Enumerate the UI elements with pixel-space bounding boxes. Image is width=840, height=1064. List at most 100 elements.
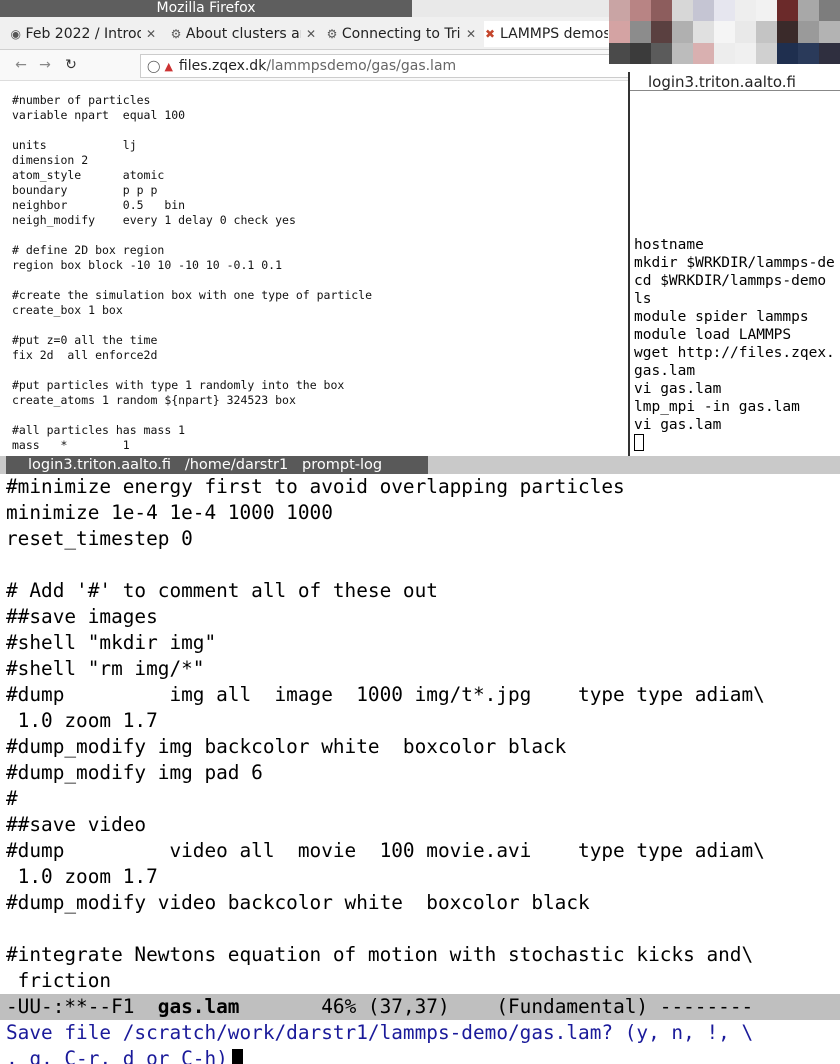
window-title: Mozilla Firefox: [0, 0, 412, 17]
insecure-lock-icon[interactable]: ▲: [164, 60, 172, 73]
thumbnail-pixel: [630, 0, 651, 22]
tab-label: LAMMPS demos: [500, 26, 608, 42]
minibuffer-prompt-line1: Save file /scratch/work/darstr1/lammps-d…: [6, 1021, 754, 1044]
thumbnail-pixel: [651, 0, 672, 22]
terminal-line: ls: [634, 291, 652, 307]
url-path: /lammpsdemo/gas/gas.lam: [266, 58, 457, 74]
buffer-line: 1.0 zoom 1.7: [6, 865, 158, 888]
shield-icon[interactable]: ◯: [147, 59, 160, 73]
buffer-line: friction: [6, 969, 112, 992]
thumbnail-pixel: [798, 42, 819, 64]
minibuffer-prompt-line2: , q, C-r, d or C-h): [6, 1047, 228, 1064]
modeline-prefix: -UU-:**--F1: [6, 995, 158, 1018]
terminal-line: module load LAMMPS: [634, 327, 792, 343]
terminal-history: hostname mkdir $WRKDIR/lammps-de cd $WRK…: [634, 236, 835, 454]
thumbnail-pixel: [672, 21, 693, 43]
buffer-line: #shell "rm img/*": [6, 657, 205, 680]
editor-buffer[interactable]: #minimize energy first to avoid overlapp…: [6, 474, 765, 994]
buffer-line: #dump_modify img pad 6: [6, 761, 263, 784]
code-line: neighbor 0.5 bin: [12, 198, 186, 212]
url-bar[interactable]: ◯ ▲ files.zqex.dk/lammpsdemo/gas/gas.lam: [140, 54, 630, 78]
thumbnail-pixel: [798, 0, 819, 22]
tab-connecting[interactable]: ⚙ Connecting to Tri ✕: [326, 21, 476, 47]
code-line: #put particles with type 1 randomly into…: [12, 378, 345, 392]
terminal-window-small[interactable]: login3.triton.aalto.fi hostname mkdir $W…: [628, 72, 840, 456]
emacs-minibuffer[interactable]: Save file /scratch/work/darstr1/lammps-d…: [6, 1020, 840, 1064]
tab-label: Connecting to Tri: [341, 26, 461, 42]
person-icon: ⚙: [170, 27, 182, 41]
buffer-line: reset_timestep 0: [6, 527, 193, 550]
thumbnail-pixel: [735, 42, 756, 64]
tab-lammps-demos[interactable]: ✖ LAMMPS demos: [484, 21, 610, 47]
code-line: # define 2D box region: [12, 243, 165, 257]
code-line: #all particles has mass 1: [12, 423, 186, 437]
close-icon[interactable]: ✕: [146, 27, 156, 41]
close-icon[interactable]: ✕: [306, 27, 316, 41]
code-line: create_atoms 1 random ${npart} 324523 bo…: [12, 393, 296, 407]
code-line: atom_style atomic: [12, 168, 165, 182]
thumbnail-pixel: [819, 42, 840, 64]
code-line: region box block -10 10 -10 10 -0.1 0.1: [12, 258, 283, 272]
terminal-line: mkdir $WRKDIR/lammps-de: [634, 255, 835, 271]
tab-intro[interactable]: ◉ Feb 2022 / Introd ✕: [10, 21, 156, 47]
buffer-line: #dump video all movie 100 movie.avi type…: [6, 839, 765, 862]
modeline-buffer-name: gas.lam: [157, 995, 240, 1018]
buffer-line: minimize 1e-4 1e-4 1000 1000: [6, 501, 333, 524]
reload-icon[interactable]: ↻: [62, 56, 80, 74]
thumbnail-pixel: [609, 42, 630, 64]
thumbnail-pixel: [651, 21, 672, 43]
thumbnail-pixel: [714, 21, 735, 43]
code-line: #put z=0 all the time: [12, 333, 158, 347]
person-icon: ⚙: [326, 27, 338, 41]
code-line: variable npart equal 100: [12, 108, 186, 122]
thumbnail-pixel: [777, 0, 798, 22]
buffer-line: #integrate Newtons equation of motion wi…: [6, 943, 754, 966]
code-line: mass * 1: [12, 438, 130, 452]
code-line: fix 2d all enforce2d: [12, 348, 158, 362]
forward-arrow-icon[interactable]: →: [36, 56, 54, 74]
thumbnail-pixel: [735, 0, 756, 22]
thumbnail-pixel: [819, 0, 840, 22]
tools-icon: ✖: [484, 27, 496, 41]
thumbnail-pixel: [714, 0, 735, 22]
code-line: #number of particles: [12, 93, 151, 107]
terminal-line: vi gas.lam: [634, 417, 722, 433]
terminal-line: module spider lammps: [634, 309, 809, 325]
buffer-line: # Add '#' to comment all of these out: [6, 579, 438, 602]
thumbnail-pixel: [693, 21, 714, 43]
thumbnail-pixel: [756, 42, 777, 64]
thumbnail-pixel: [735, 21, 756, 43]
back-arrow-icon[interactable]: ←: [12, 56, 30, 74]
terminal-line: cd $WRKDIR/lammps-demo: [634, 273, 827, 289]
buffer-line: 1.0 zoom 1.7: [6, 709, 158, 732]
lammps-script-text: #number of particles variable npart equa…: [12, 93, 372, 453]
code-line: neigh_modify every 1 delay 0 check yes: [12, 213, 296, 227]
terminal-title: login3.triton.aalto.fi /home/darstr1 pro…: [6, 456, 428, 474]
thumbnail-pixel: [672, 0, 693, 22]
emacs-window[interactable]: #minimize energy first to avoid overlapp…: [0, 474, 840, 1064]
thumbnail-pixel: [714, 42, 735, 64]
buffer-line: ##save video: [6, 813, 147, 836]
close-icon[interactable]: ✕: [466, 27, 476, 41]
modeline-suffix: 46% (37,37) (Fundamental) --------: [239, 995, 754, 1018]
navigation-bar: ← → ↻ ◯ ▲ files.zqex.dk/lammpsdemo/gas/g…: [0, 50, 630, 81]
buffer-line: #dump_modify video backcolor white boxco…: [6, 891, 590, 914]
terminal-line: vi gas.lam: [634, 381, 722, 397]
terminal-line: gas.lam: [634, 363, 696, 379]
thumbnail-pixel: [651, 42, 672, 64]
terminal-title: login3.triton.aalto.fi: [630, 72, 840, 91]
code-line: dimension 2: [12, 153, 89, 167]
page-content: #number of particles variable npart equa…: [0, 81, 630, 456]
terminal-line: wget http://files.zqex.: [634, 345, 835, 361]
buffer-line: #minimize energy first to avoid overlapp…: [6, 475, 625, 498]
buffer-line: #shell "mkdir img": [6, 631, 217, 654]
thumbnail-pixel: [693, 42, 714, 64]
buffer-line: #dump_modify img backcolor white boxcolo…: [6, 735, 567, 758]
buffer-line: #dump img all image 1000 img/t*.jpg type…: [6, 683, 765, 706]
terminal-line: hostname: [634, 237, 704, 253]
thumbnail-pixel: [756, 0, 777, 22]
buffer-line: ##save images: [6, 605, 158, 628]
firefox-window: Mozilla Firefox ◉ Feb 2022 / Introd ✕ ⚙ …: [0, 0, 630, 456]
tab-about-clusters[interactable]: ⚙ About clusters ar ✕: [170, 21, 316, 47]
image-thumbnail: [609, 0, 840, 64]
